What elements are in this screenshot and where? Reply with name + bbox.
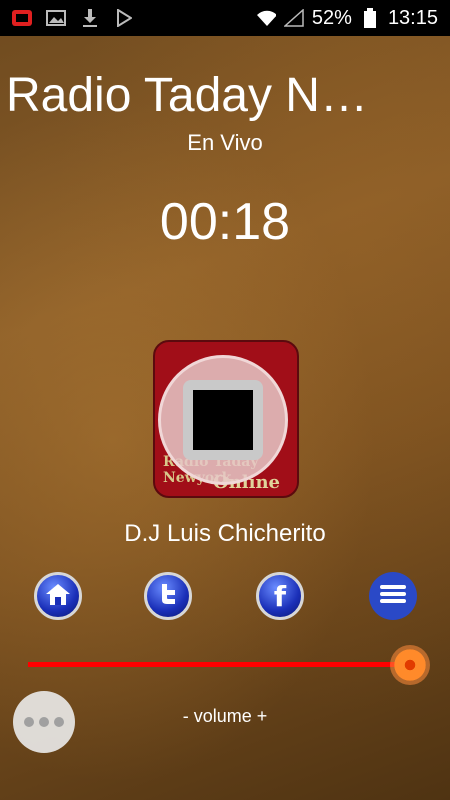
image-icon — [46, 9, 66, 27]
more-options-button[interactable] — [13, 691, 75, 753]
volume-slider-track[interactable] — [28, 662, 412, 667]
stop-button[interactable] — [158, 355, 288, 485]
notification-app-icon — [12, 9, 32, 27]
play-store-icon — [114, 9, 134, 27]
elapsed-time: 00:18 — [159, 193, 291, 251]
more-dots-icon — [24, 717, 34, 727]
menu-icon — [380, 583, 406, 610]
facebook-button[interactable]: f — [256, 572, 304, 620]
battery-percent: 52% — [311, 6, 352, 29]
volume-slider-handle[interactable] — [390, 645, 430, 685]
status-bar: 52% 13:15 — [0, 0, 450, 36]
home-icon — [45, 582, 71, 611]
home-button[interactable] — [34, 572, 82, 620]
station-subtitle: En Vivo — [187, 130, 263, 155]
menu-button[interactable] — [369, 572, 417, 620]
twitter-icon — [155, 581, 181, 612]
signal-icon — [283, 9, 304, 27]
wifi-icon — [256, 9, 276, 27]
clock: 13:15 — [387, 6, 438, 29]
stop-icon — [183, 380, 263, 460]
station-title: Radio Taday N… — [6, 69, 368, 122]
twitter-button[interactable] — [144, 572, 192, 620]
download-icon — [80, 9, 100, 27]
dj-name: D.J Luis Chicherito — [124, 520, 326, 547]
battery-icon — [360, 8, 380, 28]
facebook-icon: f — [273, 579, 287, 613]
